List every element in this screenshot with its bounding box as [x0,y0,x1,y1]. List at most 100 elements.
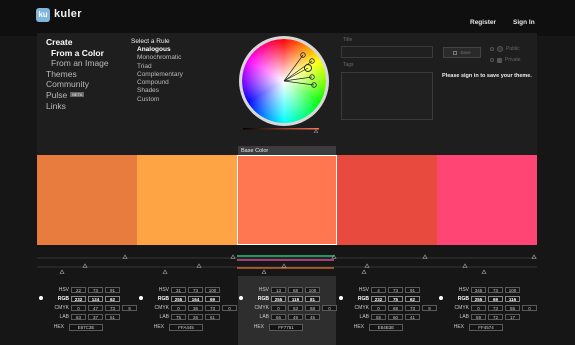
hex-value-field[interactable]: FF4574 [469,323,503,331]
private-radio-icon[interactable] [490,58,494,62]
lab-value-field[interactable]: 63 [71,313,86,321]
cmyk-value-field[interactable]: 73 [488,304,503,312]
lab-value-field[interactable]: 61 [205,313,220,321]
cmyk-value-field[interactable]: 0 [171,304,186,312]
lab-value-field[interactable]: 17 [505,313,520,321]
lab-value-field[interactable]: 59 [471,313,486,321]
hsv-value-field[interactable]: 345 [471,286,486,294]
cmyk-value-field[interactable]: 0 [522,304,537,312]
lab-value-field[interactable]: 51 [105,313,120,321]
rgb-value-field[interactable]: 62 [405,295,420,303]
cmyk-value-field[interactable]: 68 [305,304,320,312]
lab-value-field[interactable]: 26 [188,313,203,321]
links-link[interactable]: Links [46,101,109,112]
rule-analogous[interactable]: Analogous [131,46,183,54]
hsv-value-field[interactable]: 22 [71,286,86,294]
hsv-value-field[interactable]: 91 [105,286,120,294]
cmyk-value-field[interactable]: 9 [122,304,137,312]
rgb-value-field[interactable]: 75 [388,295,403,303]
hsv-value-field[interactable]: 31 [171,286,186,294]
slider-handle-icon[interactable] [261,269,267,274]
cmyk-value-field[interactable]: 73 [405,304,420,312]
title-input[interactable] [341,46,433,58]
cmyk-value-field[interactable]: 73 [205,304,220,312]
brightness-slider[interactable] [243,128,319,133]
rgb-value-field[interactable]: 69 [205,295,220,303]
hsv-value-field[interactable]: 4 [371,286,386,294]
cmyk-value-field[interactable]: 47 [88,304,103,312]
swatch-2[interactable] [137,155,237,245]
rule-complementary[interactable]: Complementary [131,71,183,79]
save-button[interactable]: Save [443,47,481,58]
register-link[interactable]: Register [470,19,496,26]
public-radio-icon[interactable] [490,47,494,51]
lab-value-field[interactable]: 45 [305,313,320,321]
cmyk-value-field[interactable]: 0 [471,304,486,312]
slider-handle-icon[interactable] [481,269,487,274]
slider-handle-icon[interactable] [59,269,65,274]
rgb-value-field[interactable]: 124 [88,295,103,303]
hsv-value-field[interactable]: 91 [405,286,420,294]
cmyk-value-field[interactable]: 68 [388,304,403,312]
swatch-1[interactable] [37,155,137,245]
lab-value-field[interactable]: 37 [88,313,103,321]
rgb-value-field[interactable]: 255 [271,295,286,303]
cmyk-value-field[interactable]: 0 [271,304,286,312]
rgb-value-field[interactable]: 69 [488,295,503,303]
rgb-value-field[interactable]: 255 [471,295,486,303]
hex-value-field[interactable]: E87C3E [69,323,103,331]
lab-value-field[interactable]: 75 [171,313,186,321]
hsv-value-field[interactable]: 100 [305,286,320,294]
community-link[interactable]: Community [46,79,109,90]
cmyk-value-field[interactable]: 0 [71,304,86,312]
rgb-value-field[interactable]: 255 [171,295,186,303]
sign-in-link[interactable]: Sign In [513,19,535,26]
hsv-value-field[interactable]: 73 [188,286,203,294]
pulse-link[interactable]: Pulse BETA [46,90,109,101]
cmyk-value-field[interactable]: 36 [188,304,203,312]
rgb-value-field[interactable]: 81 [305,295,320,303]
hsv-value-field[interactable]: 100 [505,286,520,294]
hsv-value-field[interactable]: 73 [88,286,103,294]
lab-value-field[interactable]: 72 [488,313,503,321]
public-option[interactable]: Public [490,46,520,52]
cmyk-value-field[interactable]: 73 [105,304,120,312]
hex-value-field[interactable]: FF7751 [269,323,303,331]
rgb-value-field[interactable]: 164 [188,295,203,303]
color-wheel[interactable] [238,35,330,127]
rule-custom[interactable]: Custom [131,96,183,104]
hsv-value-field[interactable]: 100 [205,286,220,294]
hsv-value-field[interactable]: 73 [388,286,403,294]
lab-value-field[interactable]: 49 [288,313,303,321]
rule-triad[interactable]: Triad [131,63,183,71]
rgb-value-field[interactable]: 232 [71,295,86,303]
swatch-3[interactable] [237,155,337,245]
kuler-logo-icon[interactable]: ku [36,8,50,22]
swatch-5[interactable] [437,155,537,245]
rule-monochromatic[interactable]: Monochromatic [131,54,183,62]
cmyk-value-field[interactable]: 53 [288,304,303,312]
rule-shades[interactable]: Shades [131,87,183,95]
hex-value-field[interactable]: E84B3E [369,323,403,331]
rule-compound[interactable]: Compound [131,79,183,87]
hsv-value-field[interactable]: 13 [271,286,286,294]
private-option[interactable]: Private [490,57,521,63]
lab-value-field[interactable]: 41 [405,313,420,321]
brightness-handle-icon[interactable] [313,129,319,133]
cmyk-value-field[interactable]: 55 [505,304,520,312]
hex-value-field[interactable]: FFA445 [169,323,203,331]
tags-input[interactable] [341,72,433,120]
cmyk-value-field[interactable]: 0 [371,304,386,312]
cmyk-value-field[interactable]: 0 [222,304,237,312]
rgb-value-field[interactable]: 119 [288,295,303,303]
cmyk-value-field[interactable]: 0 [322,304,337,312]
logo-text[interactable]: kuler [54,8,82,20]
slider-handle-icon[interactable] [162,269,168,274]
rgb-value-field[interactable]: 232 [371,295,386,303]
slider-handle-icon[interactable] [361,269,367,274]
lab-value-field[interactable]: 55 [371,313,386,321]
from-an-image-link[interactable]: From an Image [46,58,109,69]
hsv-value-field[interactable]: 68 [288,286,303,294]
rgb-value-field[interactable]: 116 [505,295,520,303]
themes-link[interactable]: Themes [46,69,109,80]
